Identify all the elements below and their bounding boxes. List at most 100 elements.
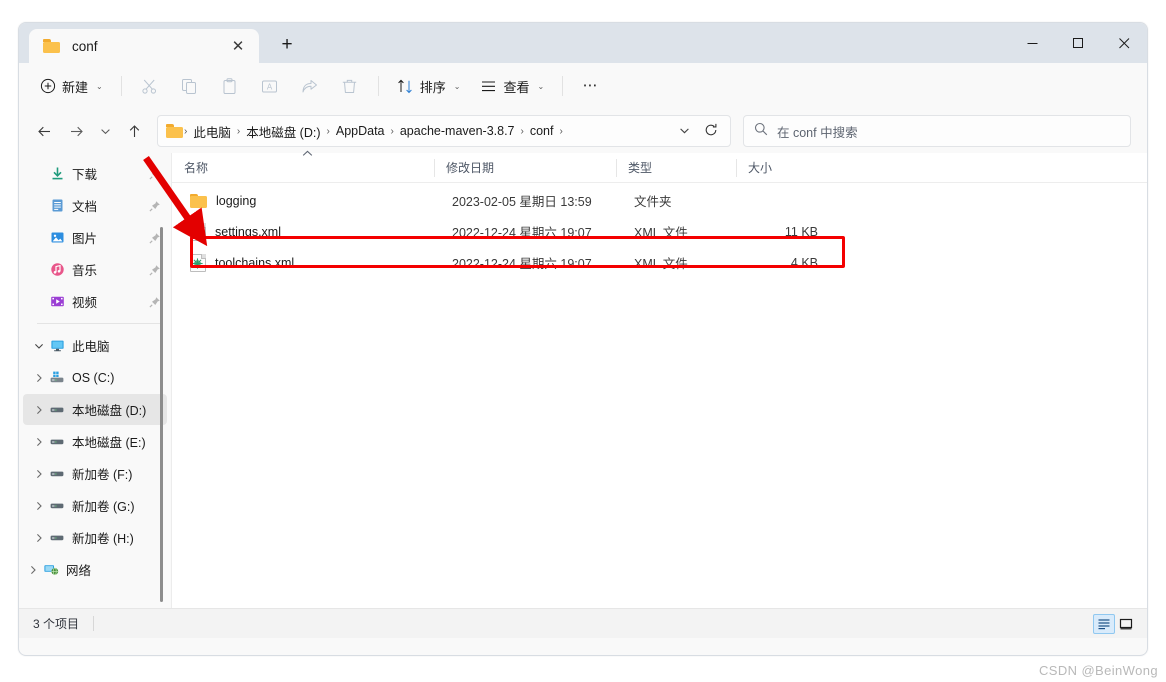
trash-icon: [341, 78, 358, 95]
sidebar-item-videos[interactable]: 视频: [23, 286, 167, 317]
close-tab-icon[interactable]: ✕: [225, 33, 251, 59]
sidebar-label-drive-f: 新加卷 (F:): [72, 468, 133, 482]
table-row[interactable]: settings.xml 2022-12-24 星期六 19:07 XML 文件…: [178, 216, 1141, 247]
tab-strip: conf ✕ +: [19, 23, 303, 63]
breadcrumb-item-3[interactable]: apache-maven-3.8.7: [395, 122, 520, 140]
sidebar-label-this-pc: 此电脑: [72, 340, 110, 354]
refresh-icon[interactable]: [698, 123, 724, 140]
chevron-right-icon[interactable]: [31, 501, 47, 511]
sidebar-item-music[interactable]: 音乐: [23, 254, 167, 285]
navigation-pane: 下载 文档 图片 音乐 视频 此电脑 OS (C:) 本地磁盘 (D:) 本地磁…: [19, 153, 171, 608]
breadcrumb-item-2[interactable]: AppData: [331, 122, 390, 140]
cell-name: logging: [178, 185, 440, 216]
column-header-name[interactable]: 名称: [172, 150, 434, 183]
sidebar-item-drive-d[interactable]: 本地磁盘 (D:): [23, 394, 167, 425]
sidebar-item-downloads[interactable]: 下载: [23, 158, 167, 189]
share-icon: [301, 78, 318, 95]
sidebar-item-drive-h[interactable]: 新加卷 (H:): [23, 522, 167, 553]
file-name: logging: [216, 193, 257, 208]
file-explorer-window: conf ✕ + 新建 ⌄ A 排序 ⌄ 查看 ⌄ ⋯ › 此电脑 › 本地磁盘…: [18, 22, 1148, 656]
chevron-down-icon[interactable]: [31, 341, 47, 351]
table-row[interactable]: logging 2023-02-05 星期日 13:59 文件夹: [178, 185, 1141, 216]
large-icons-view-button[interactable]: [1115, 614, 1137, 634]
sidebar-item-drive-g[interactable]: 新加卷 (G:): [23, 490, 167, 521]
sidebar-label-network: 网络: [66, 564, 92, 578]
view-button[interactable]: 查看 ⌄: [471, 70, 553, 102]
cell-date: 2023-02-05 星期日 13:59: [452, 195, 592, 209]
sidebar-label-drive-c: OS (C:): [72, 370, 115, 385]
file-name: toolchains.xml: [215, 255, 295, 270]
computer-icon: [47, 338, 67, 353]
svg-text:A: A: [267, 82, 273, 91]
maximize-button[interactable]: [1055, 23, 1101, 63]
address-bar[interactable]: › 此电脑 › 本地磁盘 (D:) › AppData › apache-mav…: [157, 115, 731, 147]
xml-file-icon: [190, 253, 206, 272]
sidebar-item-documents[interactable]: 文档: [23, 190, 167, 221]
address-dropdown-icon[interactable]: [671, 125, 698, 138]
search-box[interactable]: 在 conf 中搜索: [743, 115, 1131, 147]
column-header-type-label: 类型: [628, 161, 653, 175]
pin-icon[interactable]: [148, 167, 161, 180]
view-button-label: 查看: [503, 79, 530, 95]
minimize-button[interactable]: [1009, 23, 1055, 63]
sidebar-label-downloads: 下载: [72, 168, 98, 182]
back-button[interactable]: [29, 116, 59, 146]
sidebar-item-drive-c[interactable]: OS (C:): [23, 362, 167, 393]
sidebar-item-pictures[interactable]: 图片: [23, 222, 167, 253]
chevron-right-icon[interactable]: [31, 533, 47, 543]
item-count-label: 3 个项目: [33, 617, 80, 631]
rename-icon: A: [261, 78, 278, 95]
new-tab-button[interactable]: +: [271, 29, 303, 61]
explorer-body: 下载 文档 图片 音乐 视频 此电脑 OS (C:) 本地磁盘 (D:) 本地磁…: [19, 150, 1147, 608]
chevron-right-icon[interactable]: [31, 437, 47, 447]
pin-icon[interactable]: [148, 199, 161, 212]
drive-icon: [47, 498, 67, 513]
sidebar-scrollbar[interactable]: [160, 227, 163, 602]
close-window-button[interactable]: [1101, 23, 1147, 63]
sidebar-item-drive-e[interactable]: 本地磁盘 (E:): [23, 426, 167, 457]
more-options-button[interactable]: ⋯: [572, 70, 610, 102]
sidebar-item-network[interactable]: 网络: [23, 554, 167, 585]
forward-button[interactable]: [61, 116, 91, 146]
copy-button: [171, 70, 209, 102]
cell-date: 2022-12-24 星期六 19:07: [452, 257, 592, 271]
title-bar: conf ✕ +: [19, 23, 1147, 63]
chevron-right-icon[interactable]: [31, 373, 47, 383]
drive-icon: [47, 466, 67, 481]
download-icon: [47, 166, 67, 181]
breadcrumb-item-0[interactable]: 此电脑: [188, 120, 236, 143]
table-row[interactable]: toolchains.xml 2022-12-24 星期六 19:07 XML …: [178, 247, 1141, 278]
plus-circle-icon: [40, 78, 56, 94]
chevron-right-icon[interactable]: [25, 565, 41, 575]
screenshot-root: conf ✕ + 新建 ⌄ A 排序 ⌄ 查看 ⌄ ⋯ › 此电脑 › 本地磁盘…: [0, 0, 1166, 682]
tab-title: conf: [72, 38, 98, 54]
column-header-date[interactable]: 修改日期: [434, 153, 616, 183]
sidebar-item-drive-f[interactable]: 新加卷 (F:): [23, 458, 167, 489]
breadcrumb-item-4[interactable]: conf: [525, 122, 559, 140]
sort-button[interactable]: 排序 ⌄: [388, 70, 470, 102]
sidebar-label-drive-g: 新加卷 (G:): [72, 500, 135, 514]
up-button[interactable]: [119, 116, 149, 146]
cell-type: XML 文件: [634, 257, 688, 271]
cell-name: toolchains.xml: [178, 247, 440, 278]
recent-locations-button[interactable]: [93, 116, 117, 146]
cell-size: 4 KB: [790, 255, 818, 270]
new-button[interactable]: 新建 ⌄: [31, 70, 112, 102]
chevron-right-icon[interactable]: [31, 405, 47, 415]
breadcrumb-item-1[interactable]: 本地磁盘 (D:): [241, 120, 325, 143]
search-input[interactable]: 在 conf 中搜索: [777, 122, 858, 141]
video-icon: [47, 294, 67, 309]
drive-icon: [47, 402, 67, 417]
column-header-size[interactable]: 大小: [736, 153, 816, 183]
sidebar-label-documents: 文档: [72, 200, 98, 214]
column-header-type[interactable]: 类型: [616, 153, 736, 183]
details-view-button[interactable]: [1093, 613, 1115, 634]
paste-button: [211, 70, 249, 102]
tab-conf[interactable]: conf ✕: [29, 29, 259, 63]
cut-button: [131, 70, 169, 102]
toolbar-divider-2: [377, 76, 379, 96]
chevron-down-icon: ⌄: [96, 81, 103, 91]
chevron-right-icon[interactable]: [31, 469, 47, 479]
cell-date: 2022-12-24 星期六 19:07: [452, 226, 592, 240]
sidebar-item-this-pc[interactable]: 此电脑: [23, 330, 167, 361]
